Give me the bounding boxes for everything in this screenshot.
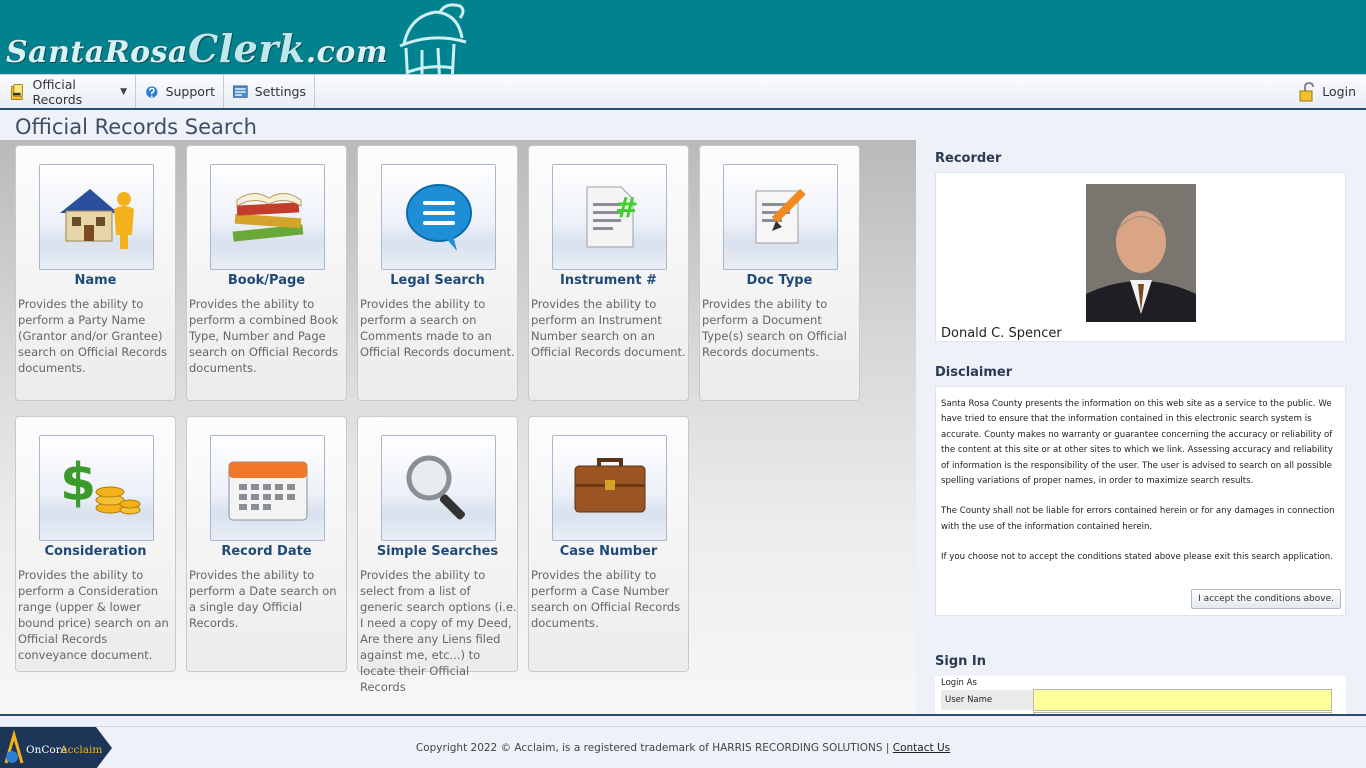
disclaimer-paragraph-1: Santa Rosa County presents the informati… bbox=[941, 399, 1333, 487]
tile-consideration-desc: Provides the ability to perform a Consid… bbox=[18, 568, 169, 662]
copyright-text: Copyright 2022 © Acclaim, is a registere… bbox=[0, 742, 1366, 754]
tile-doc-type-title: Doc Type bbox=[746, 273, 813, 288]
recorder-heading: Recorder bbox=[935, 151, 1002, 166]
nav-settings[interactable]: Settings bbox=[224, 75, 315, 108]
money-icon: $ bbox=[60, 453, 140, 515]
main-navbar: Official Records ▼ Support Settings Logi… bbox=[0, 74, 1366, 110]
tile-name-title: Name bbox=[74, 273, 117, 288]
tile-record-date-image bbox=[210, 435, 325, 541]
tile-record-date-desc: Provides the ability to perform a Date s… bbox=[189, 568, 337, 630]
footer-divider bbox=[0, 714, 1366, 716]
document-hash-icon: # bbox=[586, 186, 638, 248]
svg-text:$: $ bbox=[60, 453, 96, 513]
logo-main: Clerk bbox=[187, 26, 306, 71]
copyright-label: Copyright 2022 © Acclaim, is a registere… bbox=[415, 742, 893, 754]
calendar-icon bbox=[228, 461, 307, 521]
tile-case-number-title: Case Number bbox=[559, 544, 658, 559]
user-name-input[interactable] bbox=[1033, 689, 1332, 711]
tile-consideration-image: $ bbox=[39, 435, 154, 541]
tile-simple-searches-title: Simple Searches bbox=[376, 544, 499, 559]
recorder-name: Donald C. Spencer bbox=[941, 326, 1062, 341]
tile-name-image bbox=[39, 164, 154, 270]
svg-text:#: # bbox=[615, 191, 638, 224]
tile-book-page[interactable]: Book/Page Provides the ability to perfor… bbox=[186, 145, 347, 401]
tile-consideration-title: Consideration bbox=[44, 544, 147, 559]
tile-instrument-image: # bbox=[552, 164, 667, 270]
user-name-label: User Name bbox=[941, 690, 1033, 710]
logo-prefix: SantaRosa bbox=[6, 35, 188, 70]
site-header: SantaRosaClerk.com bbox=[0, 0, 1366, 74]
tile-doc-type[interactable]: Doc Type Provides the ability to perform… bbox=[699, 145, 860, 401]
tile-book-page-image bbox=[210, 164, 325, 270]
tile-book-page-desc: Provides the ability to perform a combin… bbox=[189, 297, 339, 375]
nav-settings-label: Settings bbox=[254, 84, 306, 99]
disclaimer-card: Santa Rosa County presents the informati… bbox=[935, 386, 1346, 616]
tile-instrument-desc: Provides the ability to perform an Instr… bbox=[531, 297, 686, 359]
settings-icon bbox=[233, 85, 248, 98]
magnifier-icon bbox=[406, 455, 465, 520]
signin-card: Login As User Name bbox=[935, 676, 1346, 714]
tile-case-number-image bbox=[552, 435, 667, 541]
speech-bubble-icon bbox=[405, 184, 472, 251]
recorder-card: Donald C. Spencer bbox=[935, 172, 1346, 342]
site-footer: OnCore Acclaim Copyright 2022 © Acclaim,… bbox=[0, 726, 1366, 768]
recorder-photo bbox=[1086, 184, 1196, 322]
login-as-label: Login As bbox=[941, 678, 977, 688]
document-pencil-icon bbox=[755, 188, 806, 244]
contact-us-link[interactable]: Contact Us bbox=[893, 742, 950, 754]
tile-case-number[interactable]: Case Number Provides the ability to perf… bbox=[528, 416, 689, 672]
records-icon bbox=[10, 83, 23, 100]
login-label: Login bbox=[1322, 84, 1356, 99]
tile-book-page-title: Book/Page bbox=[227, 273, 306, 288]
tile-legal-search[interactable]: Legal Search Provides the ability to per… bbox=[357, 145, 518, 401]
nav-official-records[interactable]: Official Records ▼ bbox=[0, 75, 136, 108]
disclaimer-paragraph-2: The County shall not be liable for error… bbox=[941, 506, 1335, 532]
search-tiles-panel: Name Provides the ability to perform a P… bbox=[0, 140, 916, 714]
accept-conditions-button[interactable]: I accept the conditions above. bbox=[1191, 589, 1341, 609]
lock-icon bbox=[1299, 81, 1315, 101]
tile-name-desc: Provides the ability to perform a Party … bbox=[18, 297, 168, 375]
tile-record-date[interactable]: Record Date Provides the ability to perf… bbox=[186, 416, 347, 672]
chevron-down-icon: ▼ bbox=[120, 86, 127, 97]
nav-official-records-label: Official Records bbox=[32, 76, 83, 107]
tile-legal-search-desc: Provides the ability to perform a search… bbox=[360, 297, 515, 359]
tile-simple-searches-desc: Provides the ability to select from a li… bbox=[360, 568, 517, 694]
nav-support-label: Support bbox=[165, 84, 215, 99]
logo-suffix: .com bbox=[305, 35, 389, 70]
tile-record-date-title: Record Date bbox=[221, 544, 312, 559]
login-link[interactable]: Login bbox=[1298, 75, 1356, 108]
tile-case-number-desc: Provides the ability to perform a Case N… bbox=[531, 568, 681, 630]
recorder-portrait-icon bbox=[1086, 184, 1196, 322]
tile-instrument-title: Instrument # bbox=[560, 273, 657, 288]
tile-simple-searches[interactable]: Simple Searches Provides the ability to … bbox=[357, 416, 518, 694]
tile-simple-searches-image bbox=[381, 435, 496, 541]
tile-consideration[interactable]: $ Consideration Provides the ability to … bbox=[15, 416, 176, 672]
page-title: Official Records Search bbox=[15, 115, 257, 139]
disclaimer-heading: Disclaimer bbox=[935, 365, 1013, 380]
tile-instrument[interactable]: # Instrument # Provides the ability to p… bbox=[528, 145, 689, 401]
disclaimer-paragraph-3: If you choose not to accept the conditio… bbox=[941, 552, 1333, 563]
house-person-icon bbox=[59, 189, 134, 249]
tile-doc-type-desc: Provides the ability to perform a Docume… bbox=[702, 297, 847, 359]
support-icon bbox=[146, 85, 158, 98]
tile-name[interactable]: Name Provides the ability to perform a P… bbox=[15, 145, 176, 401]
briefcase-icon bbox=[574, 458, 645, 513]
nav-support[interactable]: Support bbox=[136, 75, 224, 108]
tile-legal-search-image bbox=[381, 164, 496, 270]
signin-heading: Sign In bbox=[935, 654, 986, 669]
books-icon bbox=[232, 193, 303, 242]
bell-logo-icon bbox=[399, 3, 467, 74]
site-logo[interactable]: SantaRosaClerk.com bbox=[6, 26, 388, 71]
tile-doc-type-image bbox=[723, 164, 838, 270]
disclaimer-text: Santa Rosa County presents the informati… bbox=[941, 397, 1341, 581]
tile-legal-search-title: Legal Search bbox=[390, 273, 485, 288]
